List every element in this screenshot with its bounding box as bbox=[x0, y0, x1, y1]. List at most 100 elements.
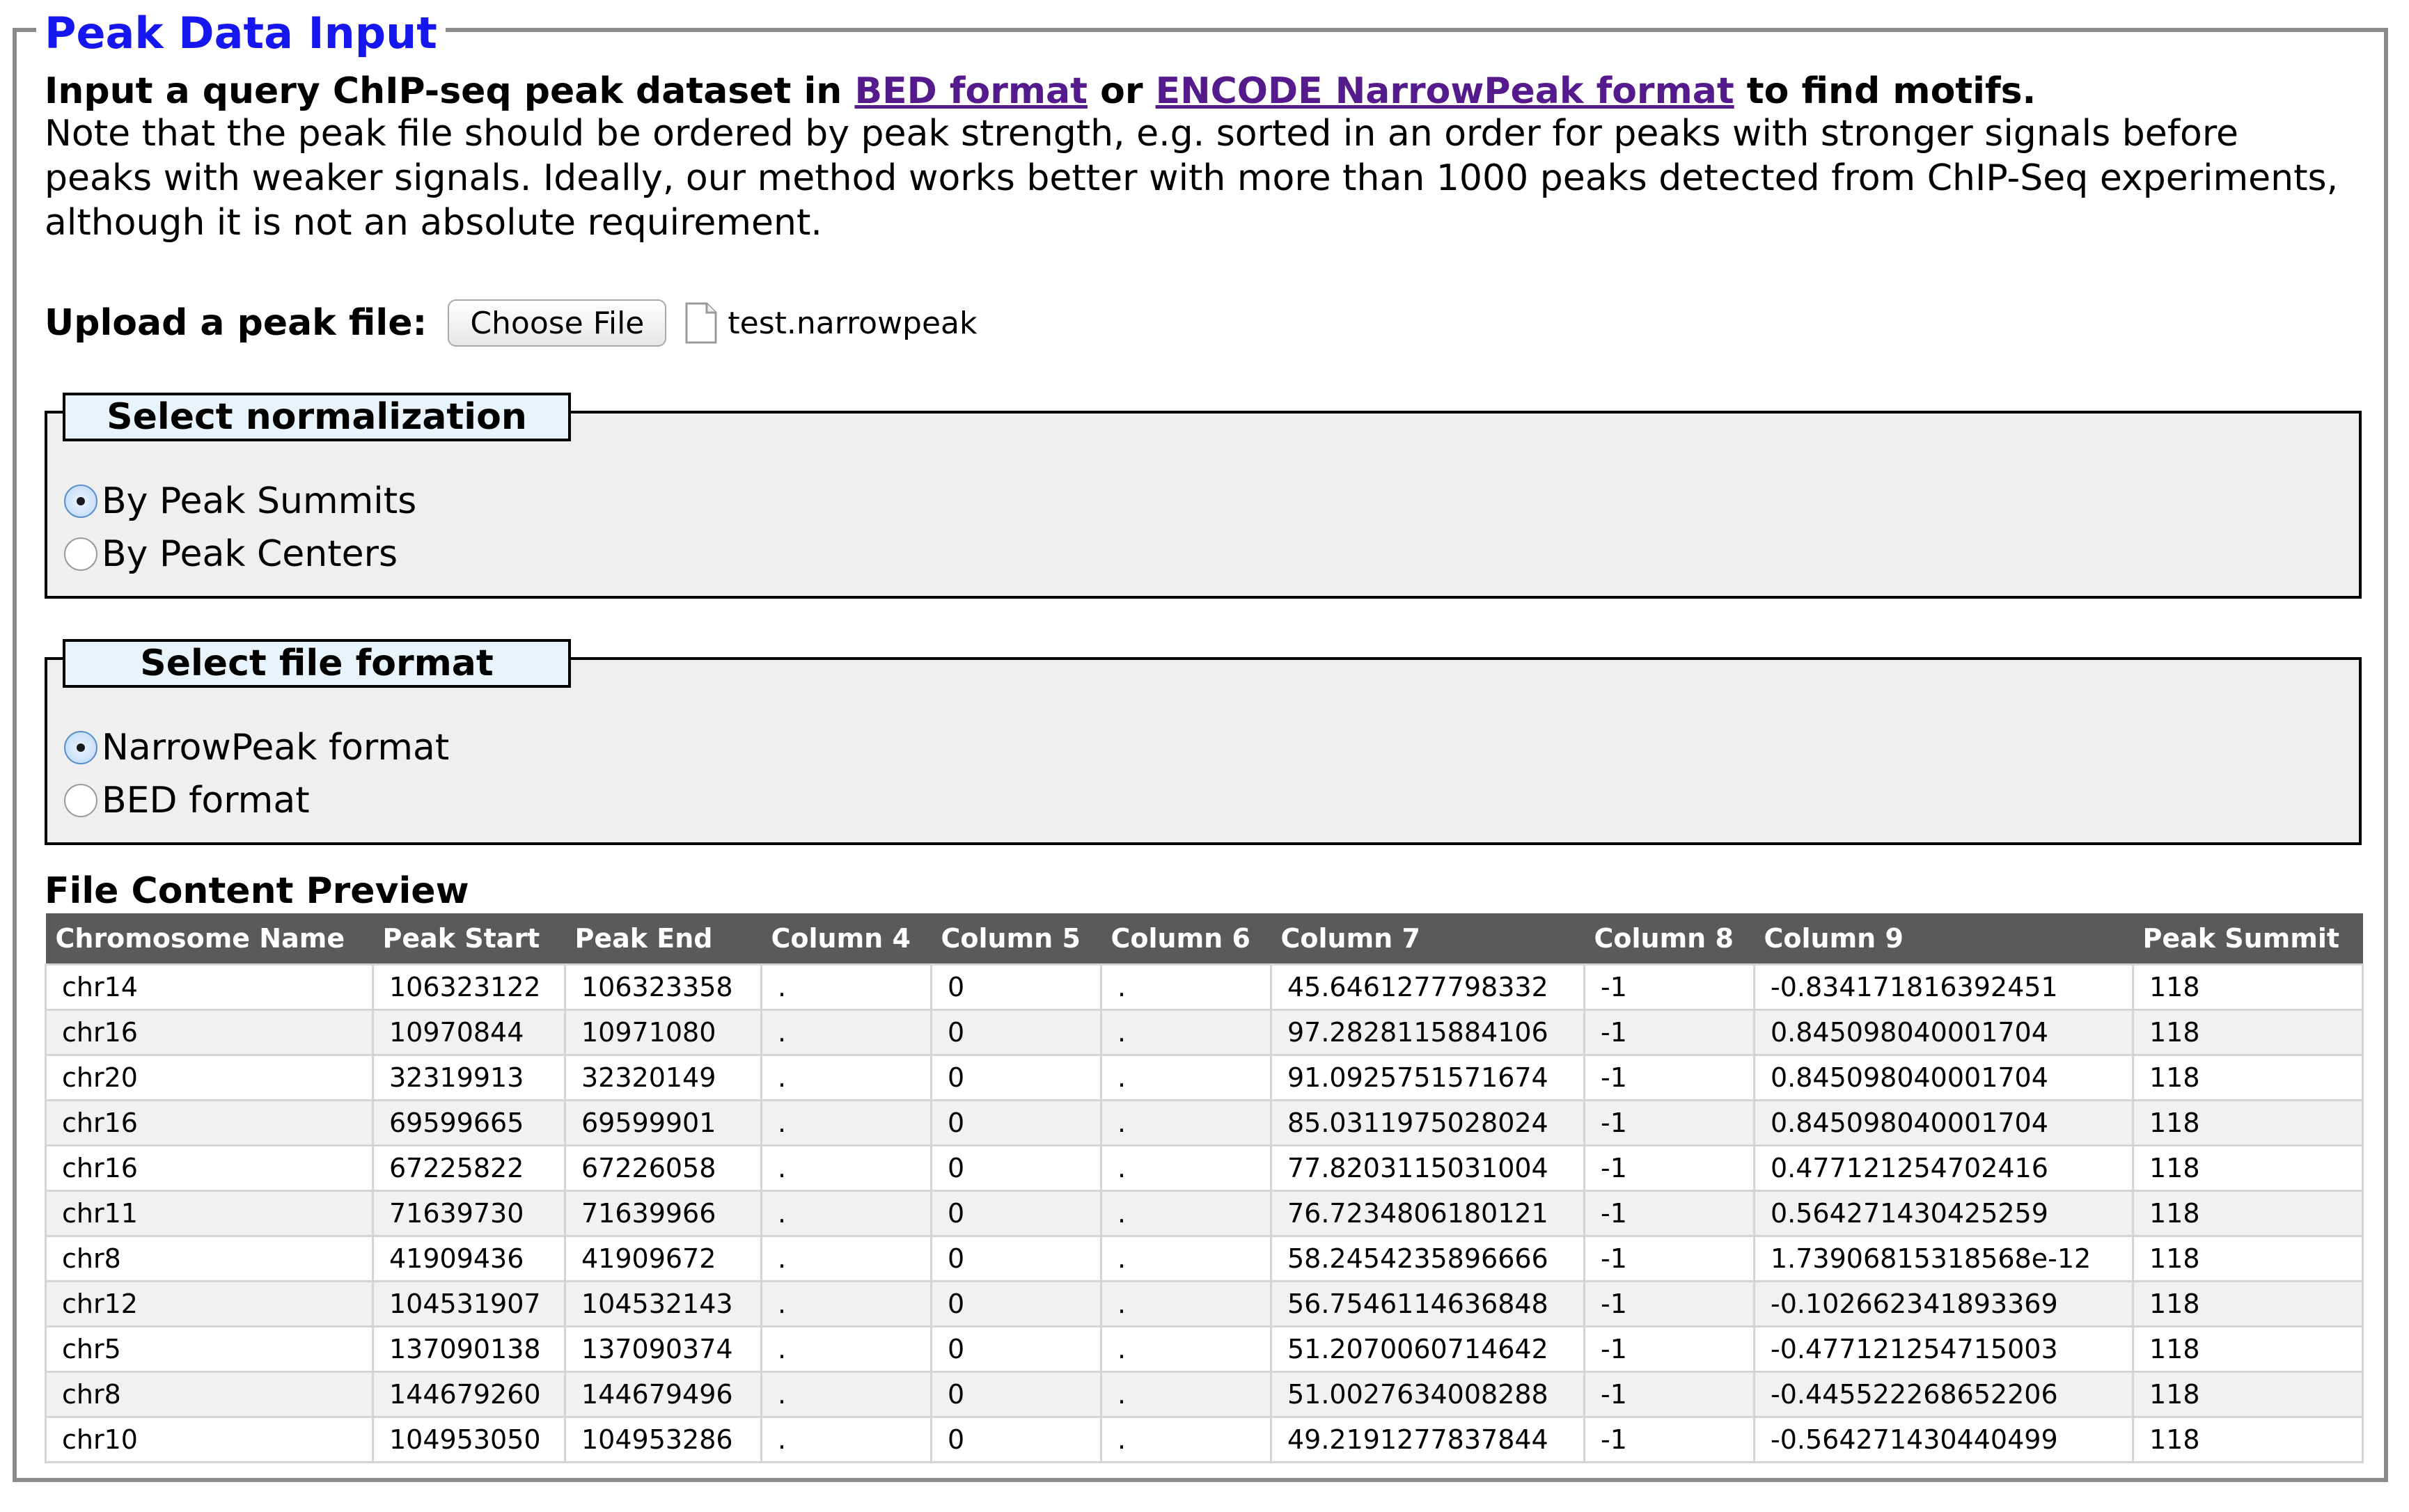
table-row: chr14 106323122 106323358. 0. 45.64612777983… bbox=[45, 963, 2364, 1011]
table-cell: . bbox=[1100, 1371, 1272, 1418]
encode-narrowpeak-link[interactable]: ENCODE NarrowPeak format bbox=[1156, 70, 1734, 112]
column-header: Column 8 bbox=[1584, 913, 1755, 965]
table-cell: 71639730 bbox=[372, 1190, 566, 1237]
table-cell: -1 bbox=[1583, 1235, 1755, 1282]
table-cell: -1 bbox=[1583, 1054, 1755, 1101]
table-cell: 56.7546114636848 bbox=[1270, 1280, 1585, 1328]
table-cell: chr12 bbox=[45, 1280, 374, 1328]
normalization-fieldset: Select normalization By Peak Summits By … bbox=[45, 393, 2362, 599]
table-cell: 67226058 bbox=[564, 1144, 762, 1192]
radio-button[interactable] bbox=[64, 485, 97, 518]
table-cell: 0.477121254702416 bbox=[1753, 1144, 2134, 1192]
table-cell: 118 bbox=[2132, 1009, 2364, 1056]
table-cell: 0 bbox=[930, 1190, 1102, 1237]
table-cell: 51.2070060714642 bbox=[1270, 1325, 1585, 1373]
table-cell: 104531907 bbox=[372, 1280, 566, 1328]
radio-button[interactable] bbox=[64, 784, 97, 817]
table-cell: 118 bbox=[2132, 963, 2364, 1011]
table-cell: 69599665 bbox=[372, 1099, 566, 1147]
table-cell: 41909672 bbox=[564, 1235, 762, 1282]
table-row: chr16 67225822 67226058. 0. 77.8203115031004… bbox=[45, 1144, 2364, 1192]
table-row: chr11 71639730 71639966. 0. 76.7234806180121… bbox=[45, 1190, 2364, 1237]
table-cell: 1.73906815318568e-12 bbox=[1753, 1235, 2134, 1282]
column-header: Column 7 bbox=[1271, 913, 1585, 965]
table-cell: 71639966 bbox=[564, 1190, 762, 1237]
table-cell: -1 bbox=[1583, 1099, 1755, 1147]
table-cell: 104953050 bbox=[372, 1416, 566, 1463]
intro-middle: or bbox=[1087, 70, 1156, 112]
table-cell: 118 bbox=[2132, 1371, 2364, 1418]
table-cell: -1 bbox=[1583, 1416, 1755, 1463]
file-format-fieldset: Select file format NarrowPeak format BED… bbox=[45, 639, 2362, 845]
table-cell: chr10 bbox=[45, 1416, 374, 1463]
table-cell: 137090374 bbox=[564, 1325, 762, 1373]
table-cell: 10970844 bbox=[372, 1009, 566, 1056]
table-cell: 0 bbox=[930, 1144, 1102, 1192]
table-cell: 85.0311975028024 bbox=[1270, 1099, 1585, 1147]
table-cell: . bbox=[1100, 1144, 1272, 1192]
table-cell: -0.445522268652206 bbox=[1753, 1371, 2134, 1418]
table-cell: 144679260 bbox=[372, 1371, 566, 1418]
bed-format-link[interactable]: BED format bbox=[854, 70, 1088, 112]
file-icon bbox=[684, 301, 718, 345]
radio-button[interactable] bbox=[64, 731, 97, 764]
radio-label[interactable]: BED format bbox=[102, 780, 310, 821]
table-cell: chr8 bbox=[45, 1371, 374, 1418]
table-cell: 0 bbox=[930, 1235, 1102, 1282]
table-cell: 91.0925751571674 bbox=[1270, 1054, 1585, 1101]
table-cell: 118 bbox=[2132, 1099, 2364, 1147]
table-cell: 0 bbox=[930, 1325, 1102, 1373]
table-cell: 49.2191277837844 bbox=[1270, 1416, 1585, 1463]
choose-file-button[interactable]: Choose File bbox=[448, 299, 667, 347]
table-cell: 118 bbox=[2132, 1416, 2364, 1463]
table-row: chr10 104953050 104953286. 0. 49.21912778378… bbox=[45, 1416, 2364, 1463]
upload-label: Upload a peak file: bbox=[45, 302, 427, 344]
table-cell: -0.834171816392451 bbox=[1753, 963, 2134, 1011]
normalization-legend: Select normalization bbox=[63, 393, 571, 441]
table-cell: 0 bbox=[930, 1099, 1102, 1147]
table-cell: -0.564271430440499 bbox=[1753, 1416, 2134, 1463]
table-cell: 10971080 bbox=[564, 1009, 762, 1056]
table-cell: . bbox=[760, 1280, 932, 1328]
table-cell: . bbox=[1100, 1099, 1272, 1147]
table-cell: 67225822 bbox=[372, 1144, 566, 1192]
table-cell: . bbox=[760, 1009, 932, 1056]
table-cell: . bbox=[1100, 1416, 1272, 1463]
radio-label[interactable]: By Peak Centers bbox=[102, 533, 398, 575]
intro-note: Note that the peak file should be ordere… bbox=[45, 113, 2339, 244]
table-cell: . bbox=[760, 1235, 932, 1282]
table-cell: 118 bbox=[2132, 1325, 2364, 1373]
panel-title: Peak Data Input bbox=[36, 4, 446, 63]
table-cell: 32319913 bbox=[372, 1054, 566, 1101]
table-cell: 106323122 bbox=[372, 963, 566, 1011]
table-cell: . bbox=[1100, 1190, 1272, 1237]
radio-label[interactable]: By Peak Summits bbox=[102, 480, 416, 522]
table-cell: -1 bbox=[1583, 1371, 1755, 1418]
table-row: chr12 104531907 104532143. 0. 56.75461146368… bbox=[45, 1280, 2364, 1328]
table-cell: 104953286 bbox=[564, 1416, 762, 1463]
table-cell: . bbox=[1100, 1325, 1272, 1373]
file-format-legend: Select file format bbox=[63, 639, 571, 688]
table-cell: 118 bbox=[2132, 1280, 2364, 1328]
table-cell: . bbox=[1100, 1054, 1272, 1101]
table-cell: . bbox=[760, 963, 932, 1011]
radio-option-peak-summits[interactable]: By Peak Summits bbox=[64, 479, 416, 523]
radio-button[interactable] bbox=[64, 537, 97, 571]
table-cell: 58.2454235896666 bbox=[1270, 1235, 1585, 1282]
radio-label[interactable]: NarrowPeak format bbox=[102, 727, 449, 769]
table-cell: . bbox=[760, 1371, 932, 1418]
radio-option-bed[interactable]: BED format bbox=[64, 778, 310, 823]
file-preview-table: Chromosome Name Peak Start Peak End Colu… bbox=[45, 913, 2364, 1463]
table-cell: chr8 bbox=[45, 1235, 374, 1282]
table-cell: 0 bbox=[930, 1371, 1102, 1418]
intro-prefix: Input a query ChIP-seq peak dataset in bbox=[45, 70, 855, 112]
table-cell: -0.102662341893369 bbox=[1753, 1280, 2134, 1328]
column-header: Peak Start bbox=[372, 913, 565, 965]
radio-selected-dot bbox=[77, 497, 85, 505]
radio-option-narrowpeak[interactable]: NarrowPeak format bbox=[64, 725, 449, 770]
table-cell: 104532143 bbox=[564, 1280, 762, 1328]
table-row: chr20 32319913 32320149. 0. 91.0925751571674… bbox=[45, 1054, 2364, 1101]
table-cell: . bbox=[760, 1416, 932, 1463]
table-cell: 0 bbox=[930, 963, 1102, 1011]
radio-option-peak-centers[interactable]: By Peak Centers bbox=[64, 532, 398, 576]
